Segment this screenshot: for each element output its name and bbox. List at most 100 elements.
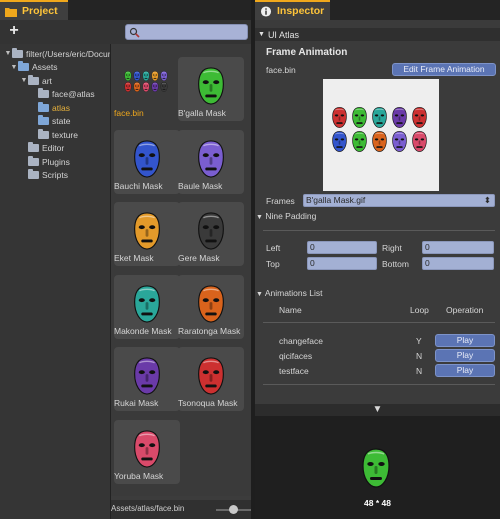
folder-tree: ▼ filter(/Users/eric/Documents ▼ Assets ▼ art…: [0, 44, 111, 519]
expand-arrow-icon[interactable]: ▼: [20, 77, 28, 84]
asset-item[interactable]: Yoruba Mask: [114, 419, 180, 484]
asset-item[interactable]: Eket Mask: [114, 202, 180, 266]
tree-item-label: art: [42, 75, 52, 86]
divider: [263, 230, 495, 231]
divider: [263, 322, 495, 323]
atlas-thumbnail-icon: [124, 71, 168, 109]
expand-arrow-icon[interactable]: ▼: [4, 50, 12, 57]
tree-item[interactable]: Editor: [20, 142, 64, 155]
tree-item-label: atlas: [52, 102, 70, 113]
frames-select[interactable]: B'galla Mask.gif ⬍: [303, 194, 495, 207]
atlas-frame-icon: [351, 130, 368, 153]
asset-item[interactable]: B'galla Mask: [178, 57, 244, 121]
folder-icon: [28, 155, 39, 166]
animations-list-label: Animations List: [264, 288, 323, 298]
tree-item[interactable]: texture: [30, 128, 78, 141]
atlas-frame-icon: [371, 106, 388, 129]
file-name-label: face.bin: [266, 65, 296, 75]
padding-top-field[interactable]: 0: [307, 257, 377, 270]
play-button[interactable]: Play: [435, 349, 495, 362]
tree-item[interactable]: state: [30, 115, 70, 128]
atlas-frame-icon: [411, 130, 428, 153]
atlas-frame-icon: [351, 106, 368, 129]
tab-project[interactable]: Project: [0, 0, 68, 20]
asset-label: Gere Mask: [178, 253, 220, 263]
mask-thumbnail-icon: [192, 67, 230, 105]
atlas-frame-icon: [391, 130, 408, 153]
nine-padding-toggle[interactable]: ▼ Nine Padding: [256, 211, 316, 221]
tree-item[interactable]: atlas: [30, 101, 70, 114]
play-button[interactable]: Play: [435, 364, 495, 377]
asset-label: face.bin: [114, 108, 144, 118]
tree-item-label: texture: [52, 129, 78, 140]
mask-thumbnail-icon: [192, 139, 230, 178]
asset-label: Baule Mask: [178, 180, 223, 191]
search-input[interactable]: [125, 24, 248, 40]
asset-item[interactable]: face.bin: [114, 57, 180, 121]
animation-loop-value: N: [416, 351, 423, 361]
tree-item[interactable]: Scripts: [20, 169, 68, 182]
mask-thumbnail-icon: [128, 212, 166, 250]
add-button[interactable]: +: [5, 23, 23, 40]
mask-thumbnail-icon: [192, 357, 230, 395]
asset-label: Makonde Mask: [114, 325, 172, 336]
folder-icon: [28, 169, 39, 179]
animation-loop-value: Y: [416, 336, 422, 346]
asset-label: Rukai Mask: [114, 398, 159, 408]
asset-label: Raratonga Mask: [178, 325, 241, 336]
asset-grid: ◀: [111, 44, 290, 496]
asset-item[interactable]: Raratonga Mask: [178, 274, 244, 339]
tree-item[interactable]: ▼ art: [20, 74, 52, 87]
padding-bottom-label: Bottom: [382, 259, 409, 269]
tab-project-label: Project: [22, 5, 58, 17]
zoom-slider-handle[interactable]: [229, 505, 238, 514]
tree-item-label: Scripts: [42, 170, 68, 180]
tree-item-label: face@atlas: [52, 89, 95, 99]
select-arrows-icon: ⬍: [483, 195, 491, 205]
expand-arrow-icon[interactable]: ▼: [10, 64, 18, 71]
tree-item[interactable]: ▼ filter(/Users/eric/Documents: [4, 47, 111, 60]
folder-icon: [38, 128, 49, 139]
atlas-frame-icon: [411, 106, 428, 129]
folder-icon: [38, 115, 49, 125]
asset-item[interactable]: Rukai Mask: [114, 347, 180, 411]
divider: [263, 384, 495, 385]
edit-frame-animation-button[interactable]: Edit Frame Animation: [392, 63, 496, 76]
mask-thumbnail-icon: [128, 139, 166, 178]
tree-item-label: state: [52, 116, 71, 126]
preview-toggle[interactable]: ▼: [255, 404, 500, 416]
asset-item[interactable]: Baule Mask: [178, 129, 244, 194]
tree-item-label: Plugins: [42, 156, 70, 167]
padding-left-field[interactable]: 0: [307, 241, 377, 254]
padding-right-field[interactable]: 0: [422, 241, 494, 254]
animations-list-toggle[interactable]: ▼ Animations List: [256, 288, 322, 298]
play-button[interactable]: Play: [435, 334, 495, 347]
frames-value: B'galla Mask.gif: [306, 195, 366, 205]
padding-top-label: Top: [266, 259, 280, 269]
project-tabbar: Project: [0, 0, 251, 20]
asset-item[interactable]: Makonde Mask: [114, 274, 180, 339]
animation-name: testface: [279, 366, 309, 376]
folder-icon: [12, 47, 23, 58]
asset-item[interactable]: Tsonoqua Mask: [178, 347, 244, 411]
tree-item[interactable]: face@atlas: [30, 88, 95, 101]
frame-preview: 48 * 48: [255, 416, 500, 519]
tree-item[interactable]: Plugins: [20, 155, 70, 168]
mask-thumbnail-icon: [128, 429, 166, 468]
project-panel: Project + ▼filter(/Users/eric/Documents▼…: [0, 0, 290, 519]
ui-atlas-header[interactable]: ▼ UI Atlas: [255, 28, 500, 41]
asset-item[interactable]: Gere Mask: [178, 202, 244, 266]
tree-item[interactable]: ▼ Assets: [10, 61, 58, 74]
padding-bottom-field[interactable]: 0: [422, 257, 494, 270]
asset-item[interactable]: Bauchi Mask: [114, 129, 180, 194]
mask-thumbnail-icon: [192, 212, 230, 250]
tab-inspector[interactable]: Inspector: [255, 0, 330, 20]
inspector-tabbar: Inspector: [255, 0, 500, 20]
collapse-arrow-icon: ▼: [256, 214, 263, 221]
padding-left-label: Left: [266, 243, 281, 253]
asset-path: Assets/atlas/face.bin: [111, 504, 185, 513]
padding-right-label: Right: [382, 243, 402, 253]
folder-icon: [28, 142, 39, 152]
mask-thumbnail-icon: [192, 284, 230, 323]
nine-padding-label: Nine Padding: [265, 211, 317, 221]
